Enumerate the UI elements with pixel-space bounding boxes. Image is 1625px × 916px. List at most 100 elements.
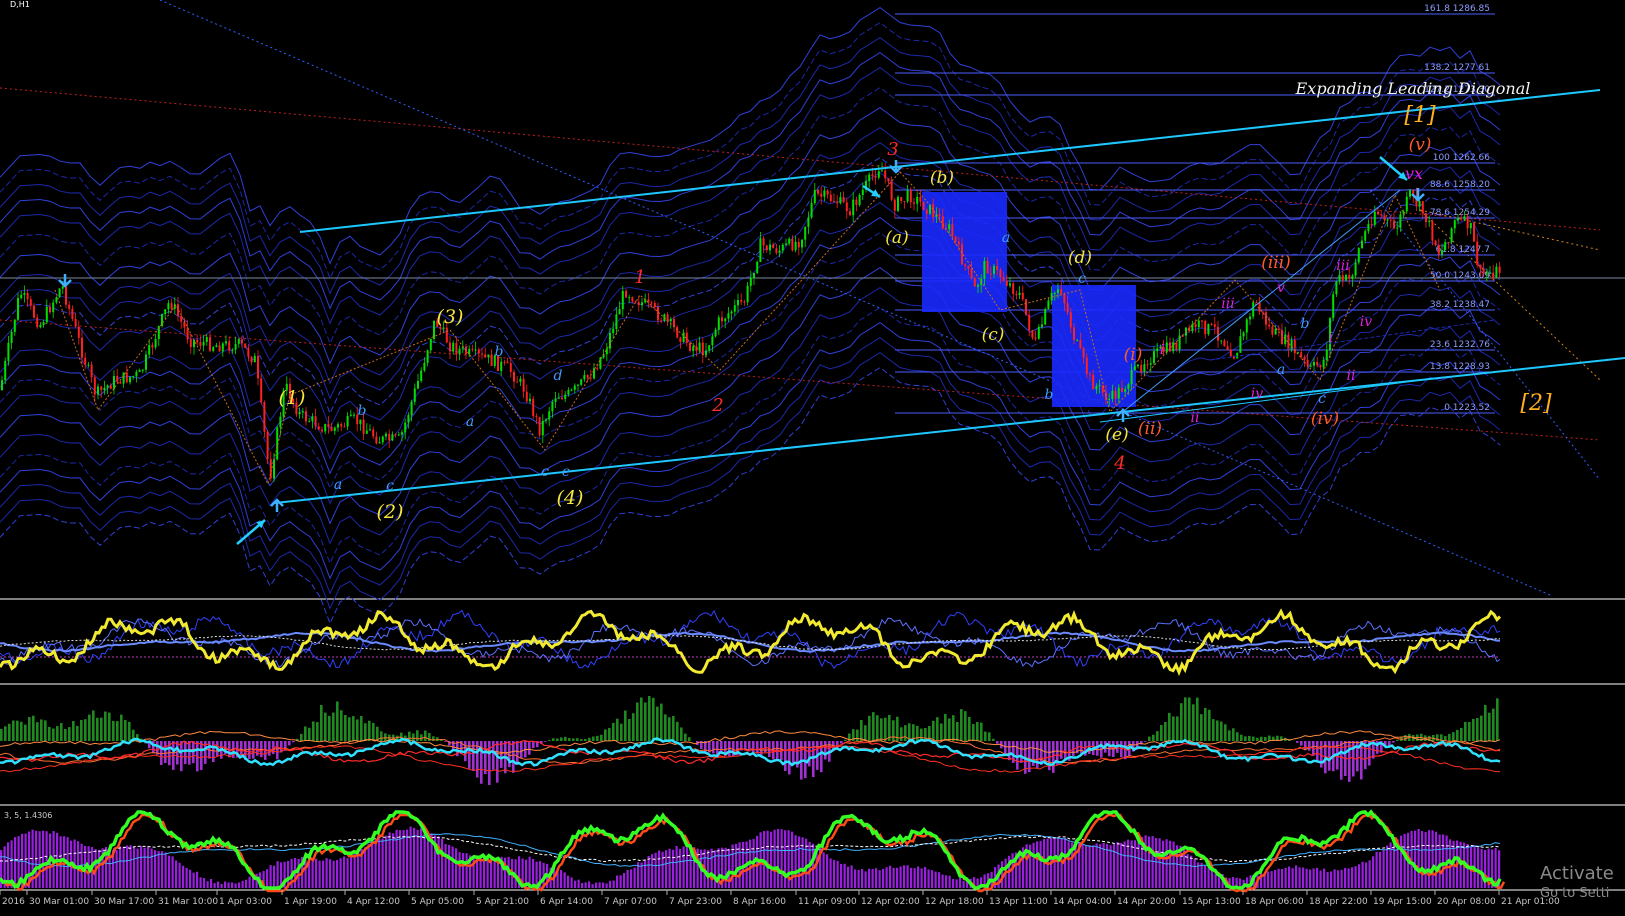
time-tick-label: 4 Apr 12:00 — [347, 897, 400, 907]
histogram-bar — [940, 723, 943, 741]
candle-body — [954, 236, 957, 242]
histogram-bar — [1193, 858, 1196, 888]
candle-body — [666, 314, 669, 322]
histogram-bar — [77, 841, 80, 888]
candle-body — [122, 372, 125, 384]
candle-body — [247, 347, 250, 357]
time-tick-label: 14 Apr 04:00 — [1053, 897, 1112, 907]
histogram-bar — [128, 721, 131, 741]
histogram-bar — [904, 725, 907, 741]
histogram-bar — [623, 873, 626, 888]
wave-label: b — [358, 403, 367, 419]
histogram-bar — [68, 727, 71, 741]
candle-body — [1130, 369, 1133, 385]
histogram-bar — [1404, 734, 1407, 741]
histogram-bar — [444, 844, 447, 888]
histogram-bar — [1312, 868, 1315, 888]
candle-body — [721, 317, 723, 322]
histogram-bar — [133, 846, 136, 888]
candle-body — [378, 442, 381, 444]
time-tick-label: 15 Apr 13:00 — [1182, 897, 1241, 907]
wave-label: i — [1329, 330, 1333, 346]
candle-body — [449, 342, 451, 352]
candle-body — [266, 431, 269, 460]
candle-body — [1057, 289, 1059, 293]
candle-body — [1469, 222, 1472, 229]
histogram-bar — [792, 741, 795, 765]
histogram-bar — [1281, 869, 1284, 888]
candle-body — [1377, 211, 1379, 215]
histogram-bar — [441, 839, 444, 888]
histogram-bar — [1308, 741, 1311, 751]
candle-body — [1313, 361, 1315, 366]
histogram-bar — [325, 858, 328, 888]
histogram-bar — [903, 865, 906, 888]
histogram-bar — [780, 829, 783, 888]
candle-body — [858, 195, 861, 205]
histogram-bar — [1004, 741, 1007, 754]
wave-label: a — [466, 414, 474, 430]
candle-body — [580, 379, 583, 385]
histogram-bar — [964, 711, 967, 741]
histogram-bar — [1008, 741, 1011, 761]
histogram-bar — [1036, 841, 1039, 888]
candle-body — [983, 260, 986, 279]
histogram-bar — [784, 830, 787, 888]
histogram-bar — [40, 719, 43, 741]
histogram-bar — [231, 882, 234, 888]
candle-body — [1156, 348, 1159, 352]
histogram-bar — [1284, 867, 1287, 888]
candle-body — [964, 264, 967, 266]
chart-canvas[interactable]: 161.8 1286.85138.2 1277.61127.2 1273.301… — [0, 0, 1625, 916]
time-tick-label: 11 Apr 09:00 — [798, 897, 857, 907]
candle-body — [394, 434, 397, 436]
histogram-bar — [1424, 831, 1427, 888]
histogram-bar — [340, 710, 343, 741]
candle-body — [29, 299, 32, 306]
histogram-bar — [1212, 719, 1215, 741]
wave-label: iii — [1336, 258, 1349, 274]
histogram-bar — [336, 860, 339, 888]
candle-body — [1261, 311, 1264, 313]
candle-body — [829, 194, 832, 202]
histogram-bar — [328, 715, 331, 741]
candle-body — [308, 421, 311, 423]
candle-body — [977, 285, 979, 287]
wave-label: vx — [1405, 164, 1423, 183]
candle-body — [471, 348, 474, 350]
fib-level-label: 61.8 1247.7 — [1436, 245, 1490, 255]
candle-body — [698, 342, 701, 351]
histogram-bar — [1277, 868, 1280, 888]
wave-label: (iv) — [1311, 409, 1339, 429]
histogram-bar — [42, 830, 45, 888]
histogram-bar — [322, 860, 325, 888]
candle-body — [1370, 223, 1373, 225]
candle-body — [321, 429, 323, 432]
candle-body — [151, 345, 154, 348]
histogram-bar — [45, 831, 48, 888]
candle-body — [1213, 324, 1216, 327]
histogram-bar — [392, 833, 395, 888]
histogram-bar — [619, 875, 622, 888]
candle-body — [1351, 275, 1354, 279]
histogram-bar — [380, 731, 383, 741]
histogram-bar — [227, 882, 230, 888]
candle-body — [657, 307, 659, 321]
candle-body — [679, 337, 682, 343]
candle-body — [250, 356, 253, 363]
candle-body — [692, 346, 695, 351]
histogram-bar — [1137, 836, 1140, 888]
wave-label: iii — [1221, 296, 1234, 312]
candle-body — [641, 302, 643, 306]
candle-body — [1309, 365, 1312, 367]
wave-label: (e) — [1105, 425, 1128, 445]
histogram-bar — [1095, 843, 1098, 888]
histogram-bar — [72, 721, 75, 741]
histogram-bar — [1085, 845, 1088, 888]
histogram-bar — [1305, 868, 1308, 888]
histogram-bar — [1200, 862, 1203, 888]
candle-body — [221, 343, 224, 352]
candle-body — [1111, 390, 1114, 399]
candle-body — [682, 332, 685, 343]
histogram-bar — [1060, 741, 1063, 759]
